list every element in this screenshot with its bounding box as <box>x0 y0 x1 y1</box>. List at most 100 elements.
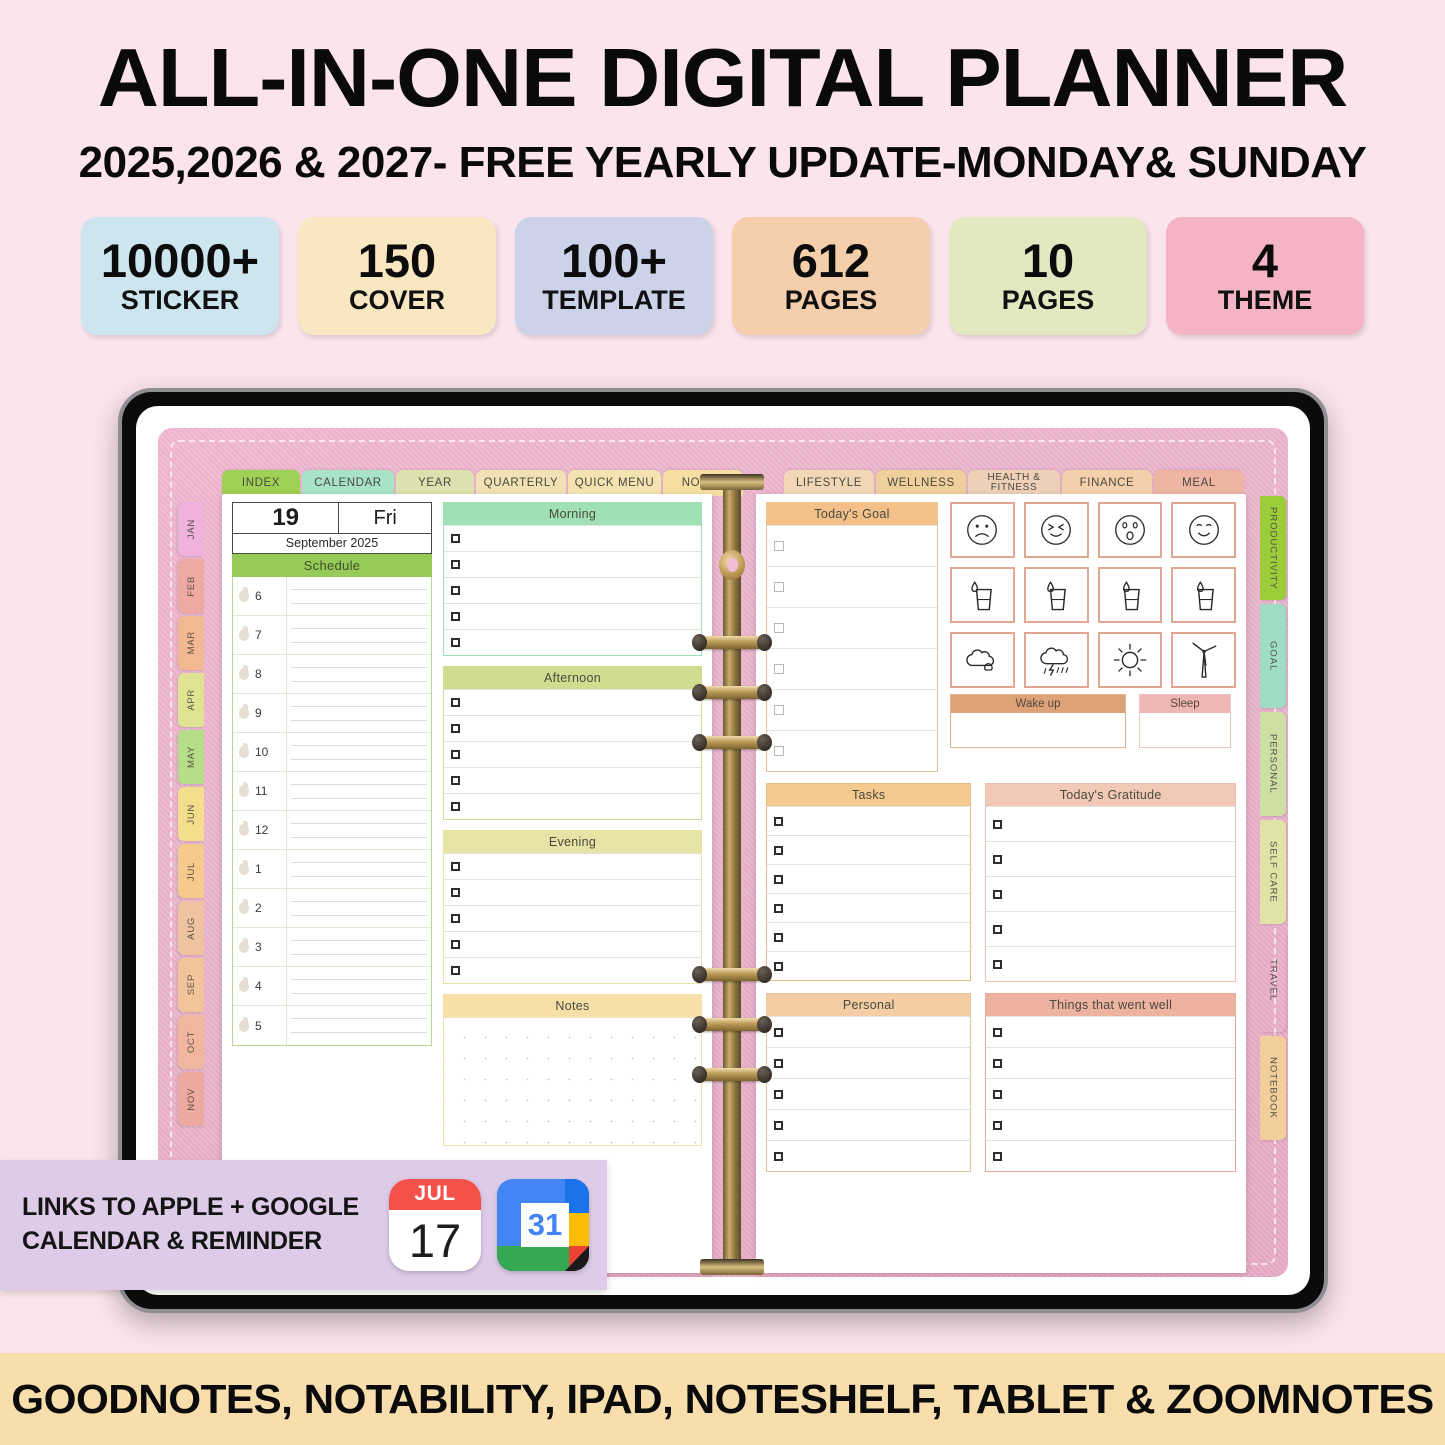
checklist-row[interactable] <box>444 689 701 715</box>
checklist-row[interactable] <box>444 551 701 577</box>
checkbox-icon[interactable] <box>993 1089 1003 1099</box>
top-tab-quarterly[interactable]: QUARTERLY <box>476 470 566 496</box>
schedule-hour-row[interactable]: 5 <box>233 1006 431 1045</box>
checklist-row[interactable] <box>986 946 1235 981</box>
checkbox-icon[interactable] <box>451 534 460 543</box>
checkbox-icon[interactable] <box>774 816 783 826</box>
checklist-row[interactable] <box>986 911 1235 946</box>
checkbox-icon[interactable] <box>451 698 460 707</box>
checkbox-icon[interactable] <box>451 586 460 595</box>
schedule-hour-row[interactable]: 12 <box>233 811 431 850</box>
checklist-row[interactable] <box>444 741 701 767</box>
checkbox-icon[interactable] <box>451 612 460 621</box>
category-tab-travel[interactable]: TRAVEL <box>1260 928 1286 1032</box>
checkbox-icon[interactable] <box>451 750 460 759</box>
checkbox-icon[interactable] <box>774 874 783 884</box>
surprised-face-icon[interactable] <box>1097 502 1163 558</box>
schedule-write-area[interactable] <box>287 733 431 771</box>
checklist-row[interactable] <box>444 931 701 957</box>
checkbox-icon[interactable] <box>774 1151 783 1161</box>
checklist-row[interactable] <box>444 767 701 793</box>
checklist-row[interactable] <box>444 629 701 655</box>
checklist-row[interactable] <box>767 566 937 607</box>
checkbox-icon[interactable] <box>451 724 460 733</box>
checklist-row[interactable] <box>767 607 937 648</box>
checkbox-icon[interactable] <box>451 966 460 975</box>
water-glass-icon[interactable] <box>1171 567 1236 623</box>
windmill-icon[interactable] <box>1171 632 1236 688</box>
category-tab-self-care[interactable]: SELF CARE <box>1260 820 1286 924</box>
checkbox-icon[interactable] <box>774 623 784 633</box>
checkbox-icon[interactable] <box>774 582 784 592</box>
schedule-write-area[interactable] <box>287 889 431 927</box>
checkbox-icon[interactable] <box>993 1027 1003 1037</box>
checklist-row[interactable] <box>444 577 701 603</box>
schedule-hour-row[interactable]: 10 <box>233 733 431 772</box>
checklist-row[interactable] <box>444 603 701 629</box>
water-glass-icon[interactable] <box>1023 567 1089 623</box>
month-tab-may[interactable]: MAY <box>178 730 204 784</box>
checklist-row[interactable] <box>444 715 701 741</box>
schedule-write-area[interactable] <box>287 928 431 966</box>
checkbox-icon[interactable] <box>993 889 1003 899</box>
month-tab-jun[interactable]: JUN <box>178 787 204 841</box>
checkbox-icon[interactable] <box>993 924 1003 934</box>
schedule-hour-row[interactable]: 8 <box>233 655 431 694</box>
checkbox-icon[interactable] <box>774 664 784 674</box>
checklist-row[interactable] <box>986 1016 1235 1047</box>
happy-face-icon[interactable] <box>1171 502 1236 558</box>
schedule-hour-row[interactable]: 7 <box>233 616 431 655</box>
schedule-hour-row[interactable]: 11 <box>233 772 431 811</box>
checkbox-icon[interactable] <box>774 541 784 551</box>
checklist-row[interactable] <box>767 893 971 922</box>
checklist-row[interactable] <box>767 1140 971 1171</box>
checklist-row[interactable] <box>986 876 1235 911</box>
schedule-hour-row[interactable]: 1 <box>233 850 431 889</box>
top-tab-lifestyle[interactable]: LIFESTYLE <box>784 470 874 496</box>
checkbox-icon[interactable] <box>451 776 460 785</box>
checkbox-icon[interactable] <box>993 1151 1003 1161</box>
schedule-write-area[interactable] <box>287 616 431 654</box>
checklist-row[interactable] <box>444 879 701 905</box>
checklist-row[interactable] <box>986 841 1235 876</box>
top-tab-health-fitness[interactable]: HEALTH & FITNESS <box>968 470 1060 496</box>
checkbox-icon[interactable] <box>774 746 784 756</box>
schedule-hour-row[interactable]: 9 <box>233 694 431 733</box>
checklist-row[interactable] <box>767 525 937 566</box>
month-tab-sep[interactable]: SEP <box>178 958 204 1012</box>
checkbox-icon[interactable] <box>451 560 460 569</box>
checkbox-icon[interactable] <box>774 1089 783 1099</box>
checkbox-icon[interactable] <box>774 1058 783 1068</box>
top-tab-calendar[interactable]: CALENDAR <box>302 470 394 496</box>
top-tab-year[interactable]: YEAR <box>396 470 474 496</box>
schedule-write-area[interactable] <box>287 772 431 810</box>
checklist-row[interactable] <box>986 1047 1235 1078</box>
checklist-row[interactable] <box>767 689 937 730</box>
sad-face-icon[interactable] <box>950 502 1015 558</box>
schedule-write-area[interactable] <box>287 811 431 849</box>
checklist-row[interactable] <box>767 648 937 689</box>
water-glass-icon[interactable] <box>950 567 1015 623</box>
checklist-row[interactable] <box>767 1078 971 1109</box>
checklist-row[interactable] <box>767 730 937 771</box>
checkbox-icon[interactable] <box>993 1058 1003 1068</box>
checkbox-icon[interactable] <box>774 845 783 855</box>
schedule-write-area[interactable] <box>287 1006 431 1045</box>
month-tab-jan[interactable]: JAN <box>178 502 204 556</box>
checklist-row[interactable] <box>767 951 971 980</box>
checkbox-icon[interactable] <box>993 1120 1003 1130</box>
top-tab-wellness[interactable]: WELLNESS <box>876 470 966 496</box>
top-tab-meal[interactable]: MEAL <box>1154 470 1244 496</box>
wink-face-icon[interactable] <box>1023 502 1089 558</box>
checklist-row[interactable] <box>767 1047 971 1078</box>
checklist-row[interactable] <box>767 864 971 893</box>
schedule-write-area[interactable] <box>287 655 431 693</box>
checkbox-icon[interactable] <box>774 1027 783 1037</box>
schedule-write-area[interactable] <box>287 967 431 1005</box>
top-tab-quick-menu[interactable]: QUICK MENU <box>568 470 661 496</box>
month-tab-jul[interactable]: JUL <box>178 844 204 898</box>
top-tab-finance[interactable]: FINANCE <box>1062 470 1152 496</box>
category-tab-productivity[interactable]: PRODUCTIVITY <box>1260 496 1286 600</box>
top-tab-index[interactable]: INDEX <box>222 470 300 496</box>
checkbox-icon[interactable] <box>993 854 1003 864</box>
